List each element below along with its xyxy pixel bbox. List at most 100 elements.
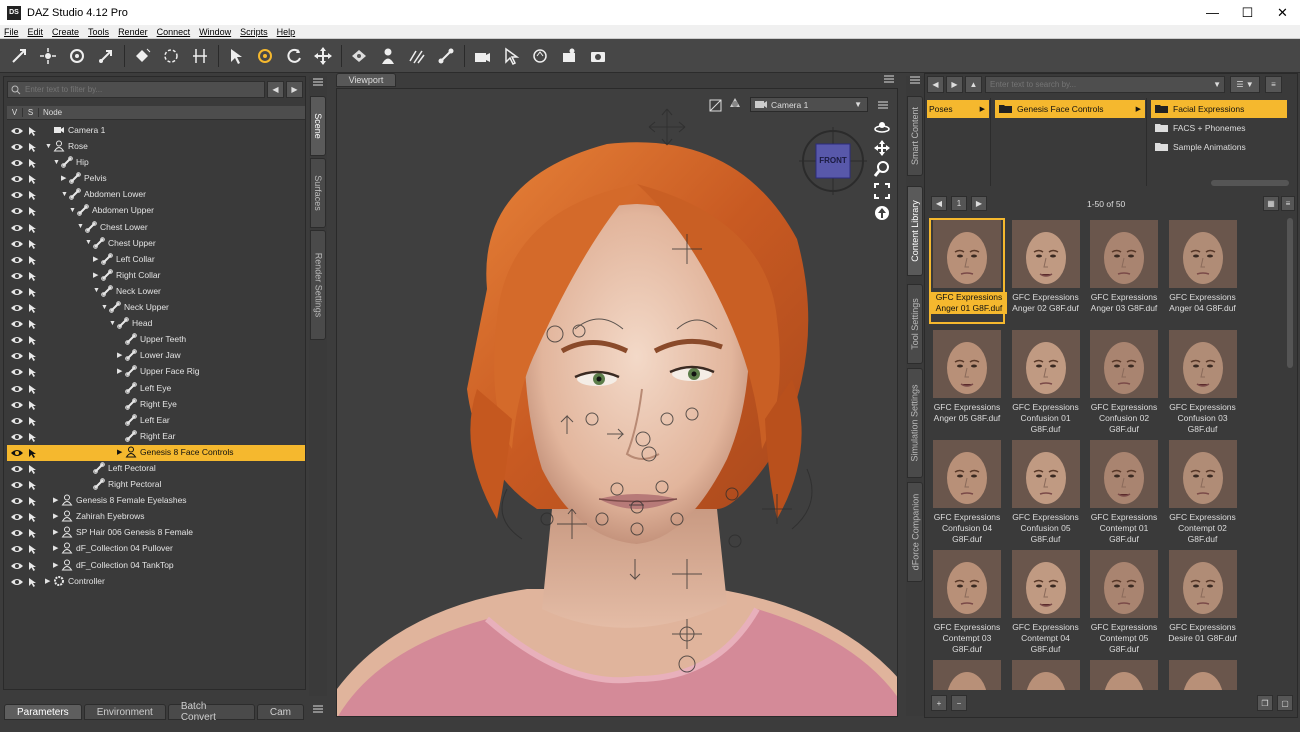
node-weight-brush-icon[interactable] <box>37 45 59 67</box>
tab-environment[interactable]: Environment <box>83 704 166 720</box>
rotate-tool-icon[interactable] <box>66 45 88 67</box>
visibility-eye-icon[interactable] <box>10 206 24 216</box>
menu-create[interactable]: Create <box>52 27 79 37</box>
expand-toggle[interactable]: ▶ <box>117 367 125 375</box>
search-dropdown-icon[interactable]: ▼ <box>1213 80 1221 89</box>
expand-toggle[interactable]: ▼ <box>53 159 61 166</box>
selectable-pointer-icon[interactable] <box>27 303 39 314</box>
page-number[interactable]: 1 <box>951 196 967 211</box>
expand-toggle[interactable]: ▶ <box>53 528 61 536</box>
scene-node[interactable]: ▶ dF_Collection 04 Pullover <box>7 541 305 557</box>
selectable-pointer-icon[interactable] <box>27 448 39 458</box>
scene-node[interactable]: Camera 1 <box>7 123 305 139</box>
menu-scripts[interactable]: Scripts <box>240 27 268 37</box>
add-button[interactable]: + <box>931 695 947 711</box>
minimize-button[interactable]: — <box>1195 0 1230 25</box>
selectable-pointer-icon[interactable] <box>27 223 39 233</box>
tab-parameters[interactable]: Parameters <box>4 704 82 720</box>
scene-node[interactable]: ▼ Neck Upper <box>7 300 305 316</box>
expand-icon[interactable]: ▢ <box>1277 695 1293 711</box>
content-item[interactable]: GFC Expressions Contempt 03 G8F.duf <box>929 548 1005 654</box>
menu-render[interactable]: Render <box>118 27 148 37</box>
scene-node[interactable]: ▼ Neck Lower <box>7 284 305 300</box>
content-item[interactable]: GFC Expressions Contempt 02 G8F.duf <box>1165 438 1241 544</box>
grid-scrollbar[interactable] <box>1287 218 1293 368</box>
camera-icon[interactable] <box>471 45 493 67</box>
content-item[interactable]: GFC Expressions Contempt 05 G8F.duf <box>1086 548 1162 654</box>
scene-node[interactable]: ▶ Genesis 8 Face Controls <box>7 444 305 461</box>
selectable-pointer-icon[interactable] <box>27 351 39 362</box>
selectable-pointer-icon[interactable] <box>27 158 39 169</box>
visibility-eye-icon[interactable] <box>10 512 24 522</box>
visibility-eye-icon[interactable] <box>10 351 24 361</box>
tab-cameras[interactable]: Cam <box>256 704 304 720</box>
reset-view-icon[interactable] <box>874 205 890 221</box>
selectable-pointer-icon[interactable] <box>27 496 39 507</box>
menu-window[interactable]: Window <box>199 27 231 37</box>
selectable-pointer-icon[interactable] <box>27 287 39 297</box>
selectable-pointer-icon[interactable] <box>27 544 39 555</box>
visibility-eye-icon[interactable] <box>10 271 24 281</box>
content-item-partial[interactable] <box>1008 658 1084 690</box>
pointer-icon[interactable] <box>500 45 522 67</box>
scene-node[interactable]: ▶ Zahirah Eyebrows <box>7 509 305 525</box>
viewport-menu-icon[interactable] <box>883 73 895 85</box>
scene-node[interactable]: ▼ Rose <box>7 139 305 155</box>
rotate-icon[interactable] <box>283 45 305 67</box>
menu-connect[interactable]: Connect <box>157 27 191 37</box>
selectable-pointer-icon[interactable] <box>27 142 39 153</box>
visibility-eye-icon[interactable] <box>10 464 24 474</box>
zoom-icon[interactable] <box>874 161 890 177</box>
selectable-pointer-icon[interactable] <box>27 384 39 394</box>
draw-style-icon[interactable] <box>727 95 743 111</box>
category-genesis-face-controls[interactable]: Genesis Face Controls ▶ <box>995 100 1145 118</box>
menu-file[interactable]: File <box>4 27 19 37</box>
selectable-pointer-icon[interactable] <box>27 464 39 474</box>
tab-scene[interactable]: Scene <box>310 96 326 156</box>
scene-node[interactable]: Right Ear <box>7 429 305 445</box>
expand-toggle[interactable]: ▼ <box>61 191 69 198</box>
visibility-eye-icon[interactable] <box>10 528 24 538</box>
visibility-eye-icon[interactable] <box>10 496 24 506</box>
scene-node[interactable]: ▶ Left Collar <box>7 252 305 268</box>
col-node[interactable]: Node <box>39 108 62 117</box>
geometry-editor-icon[interactable] <box>406 45 428 67</box>
move-icon[interactable] <box>312 45 334 67</box>
visibility-eye-icon[interactable] <box>10 384 24 394</box>
menu-help[interactable]: Help <box>277 27 296 37</box>
selectable-pointer-icon[interactable] <box>27 239 39 249</box>
content-item[interactable]: GFC Expressions Desire 01 G8F.duf <box>1165 548 1241 654</box>
content-search-input[interactable] <box>990 80 1210 89</box>
category-facial-expressions[interactable]: Facial Expressions <box>1151 100 1287 118</box>
scene-node[interactable]: Left Ear <box>7 413 305 429</box>
scene-filter-input[interactable] <box>25 85 245 94</box>
selectable-pointer-icon[interactable] <box>27 561 39 571</box>
tab-smart-content[interactable]: Smart Content <box>907 96 923 176</box>
selectable-pointer-icon[interactable] <box>27 400 39 410</box>
content-item[interactable]: GFC Expressions Anger 02 G8F.duf <box>1008 218 1084 324</box>
expand-toggle[interactable]: ▶ <box>53 496 61 504</box>
tab-surfaces[interactable]: Surfaces <box>310 158 326 228</box>
category-scrollbar[interactable] <box>1211 180 1289 186</box>
tab-render-settings[interactable]: Render Settings <box>310 230 326 340</box>
view-cube-face[interactable]: FRONT <box>816 156 850 165</box>
library-options-icon[interactable]: ≡ <box>1265 76 1282 93</box>
region-navigator-icon[interactable] <box>348 45 370 67</box>
expand-toggle[interactable]: ▶ <box>53 561 61 569</box>
visibility-eye-icon[interactable] <box>10 335 24 345</box>
expand-toggle[interactable]: ▶ <box>45 577 53 585</box>
spot-render-icon[interactable] <box>160 45 182 67</box>
scene-node[interactable]: ▶ Upper Face Rig <box>7 364 305 380</box>
copy-icon[interactable]: ❐ <box>1257 695 1273 711</box>
transform-icon[interactable] <box>435 45 457 67</box>
bottom-menu-icon[interactable] <box>312 703 324 715</box>
visibility-eye-icon[interactable] <box>10 239 24 249</box>
visibility-eye-icon[interactable] <box>10 126 24 136</box>
visibility-eye-icon[interactable] <box>10 367 24 377</box>
scene-node[interactable]: ▼ Abdomen Lower <box>7 187 305 203</box>
expand-toggle[interactable]: ▶ <box>117 448 125 456</box>
figure-icon[interactable] <box>377 45 399 67</box>
selectable-pointer-icon[interactable] <box>27 512 39 523</box>
visibility-eye-icon[interactable] <box>10 400 24 410</box>
page-prev-button[interactable]: ◀ <box>931 196 947 211</box>
